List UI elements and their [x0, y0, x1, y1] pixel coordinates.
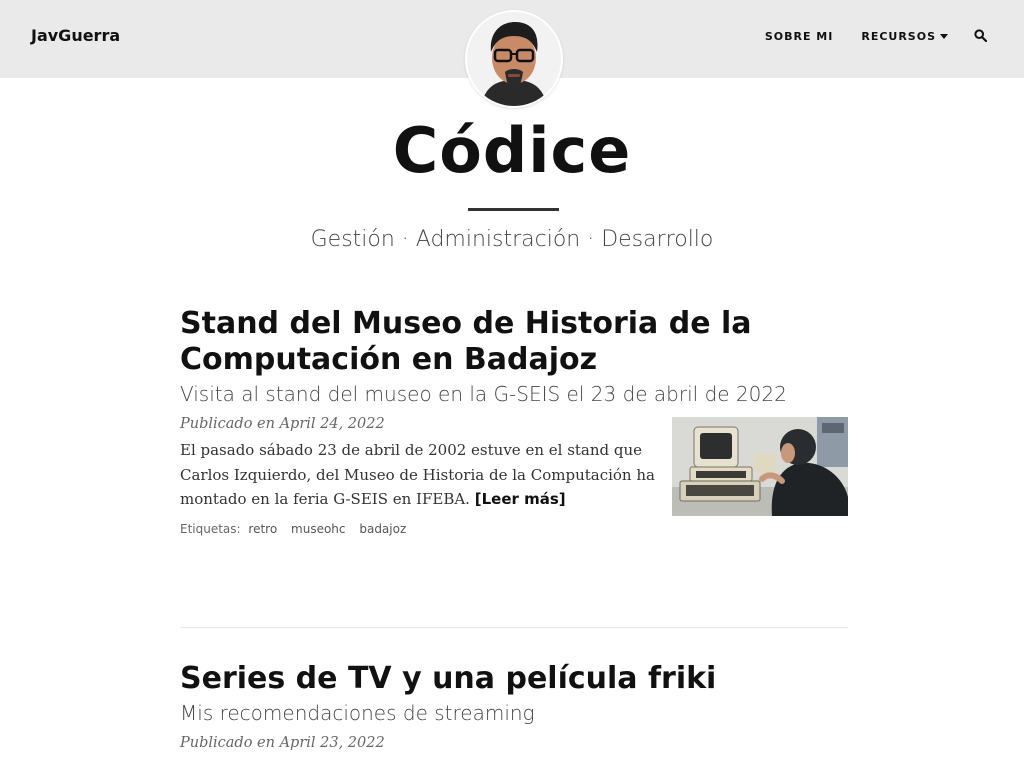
search-icon[interactable] — [974, 29, 988, 43]
nav-dropdown-recursos[interactable]: RECURSOS — [861, 30, 948, 43]
post-date: Publicado en April 23, 2022 — [180, 735, 385, 751]
post-preview: Stand del Museo de Historia de la Comput… — [180, 306, 848, 536]
nav-link-label: SOBRE MI — [764, 29, 834, 43]
post-excerpt: El pasado sábado 23 de abril de 2002 est… — [180, 438, 660, 512]
post-subtitle: Mis recomendaciones de streaming — [180, 701, 535, 725]
tag-link[interactable]: badajoz — [359, 522, 406, 536]
title-divider — [468, 208, 559, 211]
site-subtitle: Gestión · Administración · Desarrollo — [310, 227, 714, 252]
post-preview: Series de TV y una película friki Mis re… — [180, 661, 848, 751]
post-thumbnail[interactable] — [672, 417, 848, 516]
avatar[interactable] — [467, 12, 561, 106]
brand-link[interactable]: JavGuerra — [31, 26, 120, 45]
read-more-link[interactable]: [Leer más] — [475, 490, 566, 508]
caret-down-icon — [940, 33, 948, 39]
tags-label: Etiquetas: — [180, 521, 241, 536]
post-excerpt-text: El pasado sábado 23 de abril de 2002 est… — [180, 441, 655, 508]
nav-link-sobre-mi[interactable]: SOBRE MI — [765, 30, 834, 43]
post-tags: Etiquetas: retro museohc badajoz — [180, 522, 848, 536]
avatar-photo-icon — [467, 12, 561, 106]
post-subtitle: Visita al stand del museo en la G-SEIS e… — [180, 382, 787, 406]
nav-links: SOBRE MI RECURSOS — [737, 29, 988, 43]
site-title: Códice — [392, 114, 632, 187]
tag-link[interactable]: retro — [248, 522, 277, 536]
tag-link[interactable]: museohc — [291, 522, 345, 536]
retro-computer-photo-icon — [672, 417, 848, 516]
nav-link-label: RECURSOS — [861, 29, 936, 43]
post-separator — [180, 627, 848, 628]
post-title-link[interactable]: Series de TV y una película friki — [180, 661, 848, 697]
post-title-link[interactable]: Stand del Museo de Historia de la Comput… — [180, 306, 848, 378]
